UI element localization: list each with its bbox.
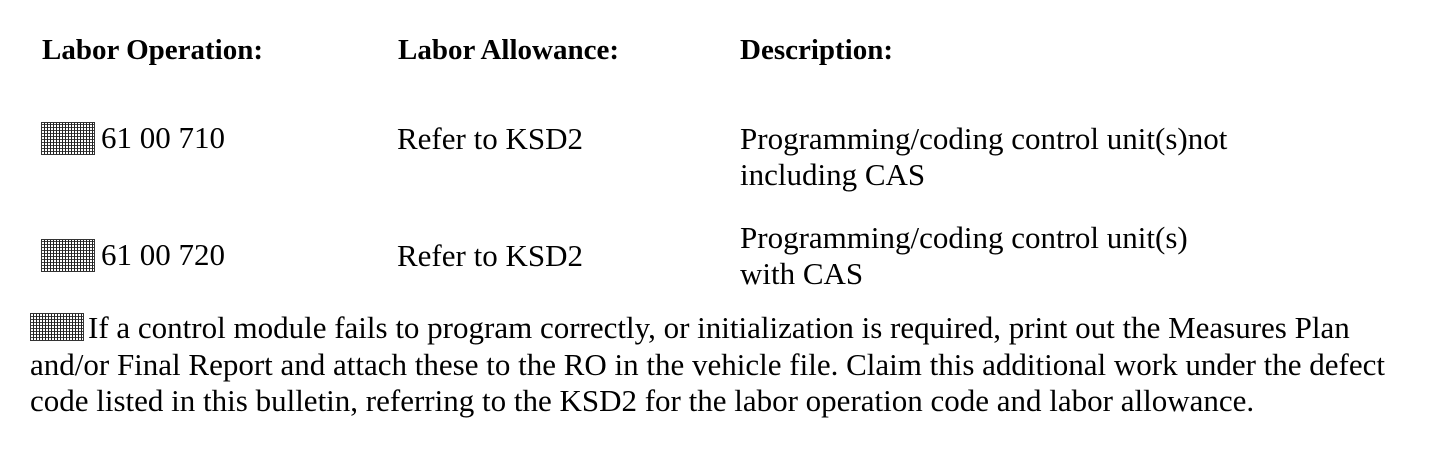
table-row: 61 00 710 <box>41 120 225 156</box>
labor-allowance-value: Refer to KSD2 <box>397 238 583 273</box>
note-paragraph: If a control module fails to program cor… <box>30 310 1430 420</box>
new-marker-icon <box>41 238 95 272</box>
note-text: If a control module fails to program cor… <box>30 310 1386 418</box>
labor-operation-code: 61 00 720 <box>101 237 225 272</box>
table-row: 61 00 720 <box>41 237 225 273</box>
description-line: Programming/coding control unit(s) <box>740 220 1188 255</box>
description-line: including CAS <box>740 157 926 192</box>
header-labor-operation: Labor Operation: <box>42 34 263 66</box>
header-labor-allowance: Labor Allowance: <box>398 34 619 66</box>
labor-allowance-value: Refer to KSD2 <box>397 121 583 156</box>
labor-operation-code: 61 00 710 <box>101 120 225 155</box>
description-text: Programming/coding control unit(s)not in… <box>740 121 1380 193</box>
description-line: with CAS <box>740 256 864 291</box>
description-line: Programming/coding control unit(s)not <box>740 121 1228 156</box>
description-text: Programming/coding control unit(s) with … <box>740 220 1380 292</box>
header-description: Description: <box>740 34 894 66</box>
new-marker-icon <box>30 313 84 341</box>
new-marker-icon <box>41 121 95 155</box>
